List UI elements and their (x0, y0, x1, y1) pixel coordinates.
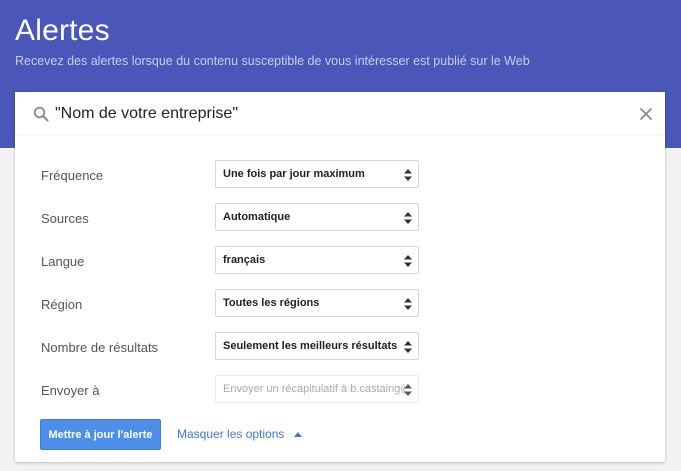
frequency-select[interactable]: Une fois par jour maximum (215, 160, 419, 188)
select-value: Seulement les meilleurs résultats (223, 340, 398, 352)
select-value: Une fois par jour maximum (223, 168, 365, 180)
page-title: Alertes (15, 14, 110, 47)
option-row-sources: Sources Automatique (15, 203, 665, 233)
option-label: Envoyer à (41, 383, 100, 398)
hide-options-link[interactable]: Masquer les options (177, 427, 284, 441)
updown-arrows-icon (404, 255, 412, 267)
updown-arrows-icon (404, 212, 412, 224)
updown-arrows-icon (404, 298, 412, 310)
option-row-results: Nombre de résultats Seulement les meille… (15, 332, 665, 362)
language-select[interactable]: français (215, 246, 419, 274)
option-label: Fréquence (41, 168, 104, 183)
option-label: Langue (41, 254, 85, 269)
alert-query-input[interactable] (55, 101, 625, 127)
option-row-frequence: Fréquence Une fois par jour maximum (15, 160, 665, 190)
option-label: Sources (41, 211, 89, 226)
deliver-to-select: Envoyer un récapitulatif à b.castaing@ (215, 375, 419, 403)
option-label: Nombre de résultats (41, 340, 159, 355)
select-value: Toutes les régions (223, 297, 320, 309)
update-alert-button[interactable]: Mettre à jour l'alerte (40, 419, 161, 450)
select-value: français (223, 254, 266, 266)
options-panel: Fréquence Une fois par jour maximum Sour… (15, 136, 665, 462)
sources-select[interactable]: Automatique (215, 203, 419, 231)
results-count-select[interactable]: Seulement les meilleurs résultats (215, 332, 419, 360)
option-label: Région (41, 297, 83, 312)
updown-arrows-icon (404, 169, 412, 181)
updown-arrows-icon (404, 341, 412, 353)
search-icon (33, 106, 49, 122)
select-value: Automatique (223, 211, 291, 223)
option-row-deliver-to: Envoyer à Envoyer un récapitulatif à b.c… (15, 375, 665, 405)
region-select[interactable]: Toutes les régions (215, 289, 419, 317)
caret-up-icon[interactable] (294, 432, 302, 437)
close-icon[interactable] (637, 105, 655, 123)
option-row-region: Région Toutes les régions (15, 289, 665, 319)
updown-arrows-icon (404, 384, 412, 396)
page-subtitle: Recevez des alertes lorsque du contenu s… (15, 54, 530, 68)
search-box (15, 92, 665, 136)
select-value: Envoyer un récapitulatif à b.castaing@ (223, 383, 405, 395)
option-row-langue: Langue français (15, 246, 665, 276)
